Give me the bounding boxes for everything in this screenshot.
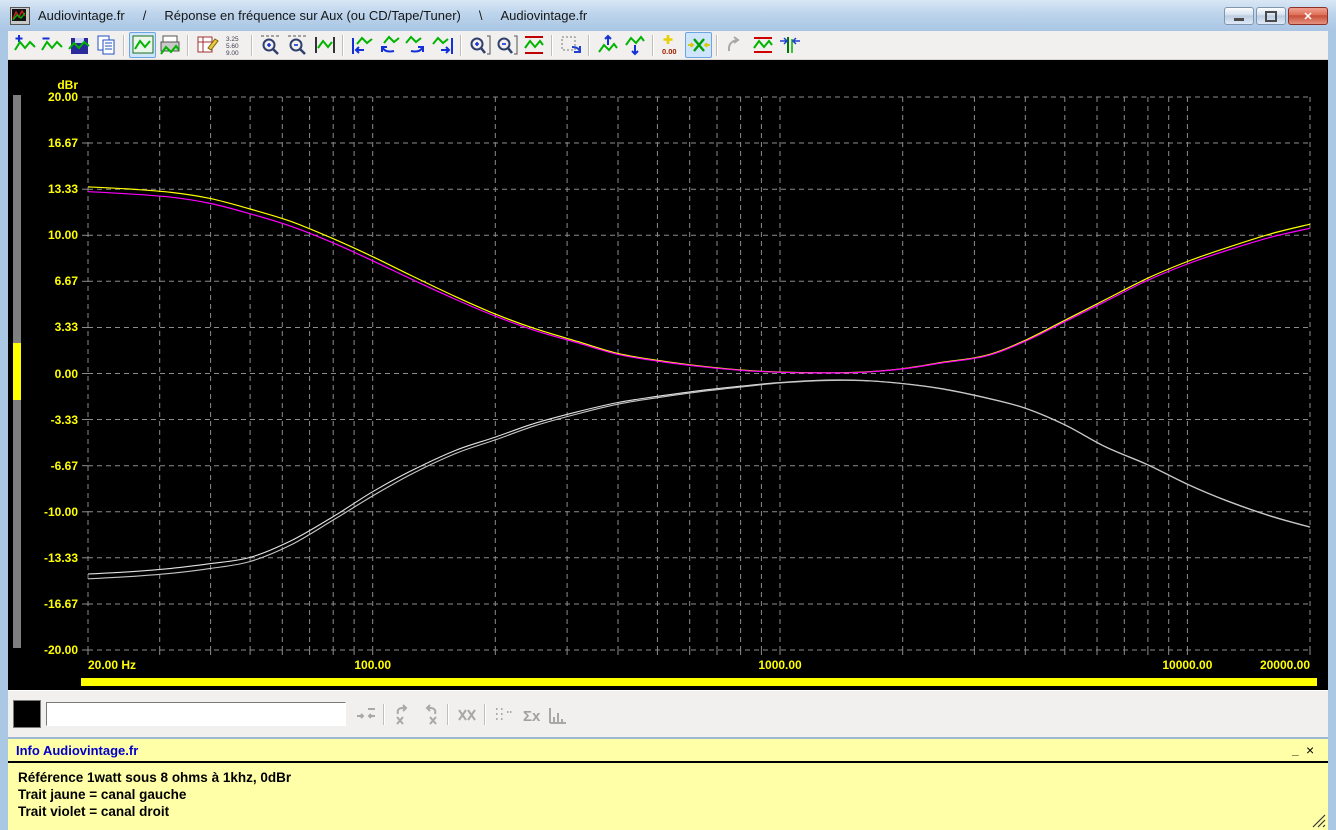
shift-curve-up-button[interactable] [594, 32, 621, 58]
minimize-button[interactable] [1224, 7, 1254, 25]
toolbar-separator [447, 703, 449, 725]
x-tick-label: 1000.00 [758, 658, 802, 672]
scroll-right-button[interactable] [402, 32, 429, 58]
title-left: Audiovintage.fr [38, 8, 125, 23]
value-line-2: 5.60 [226, 43, 239, 50]
title-center: Réponse en fréquence sur Aux (ou CD/Tape… [164, 8, 461, 23]
app-icon [10, 6, 30, 25]
main-toolbar: 3.25 5.60 9.00 0.00 [8, 31, 1328, 60]
zoom-x-out-button[interactable] [284, 32, 311, 58]
color-swatch[interactable] [13, 700, 41, 728]
smooth-curve-button[interactable] [722, 32, 749, 58]
minimize-icon [1234, 18, 1244, 21]
zoom-x-in-button[interactable] [257, 32, 284, 58]
offset-zero-label: 0.00 [662, 47, 677, 56]
sum-x-button[interactable]: Σx [517, 702, 544, 728]
zoom-y-out-button[interactable] [493, 32, 520, 58]
toolbar-separator [460, 34, 462, 56]
value-table-button[interactable]: 3.25 5.60 9.00 [220, 32, 247, 58]
toolbar-separator [251, 34, 253, 56]
toolbar-separator [716, 34, 718, 56]
title-bar[interactable]: Audiovintage.fr / Réponse en fréquence s… [0, 0, 1336, 31]
close-button[interactable]: ✕ [1288, 7, 1328, 25]
close-icon: ✕ [1303, 10, 1313, 23]
fit-y-button[interactable] [520, 32, 547, 58]
status-toolbar: Σx [8, 690, 1328, 737]
info-panel-title: Info Audiovintage.fr [16, 742, 139, 758]
info-line-violet: Trait violet = canal droit [18, 804, 170, 819]
x-tick-label: 20000.00 [1259, 658, 1310, 672]
curve-1 [87, 191, 1311, 374]
sigma-label: Σx [523, 708, 541, 725]
limit-lines-button[interactable] [749, 32, 776, 58]
x-tick-label: 100.00 [354, 658, 392, 672]
toolbar-separator [588, 34, 590, 56]
cursor-measure-button[interactable] [776, 32, 803, 58]
info-close-icon[interactable]: × [1306, 742, 1328, 758]
scroll-first-button[interactable] [348, 32, 375, 58]
scroll-left-button[interactable] [375, 32, 402, 58]
application-window: Audiovintage.fr / Réponse en fréquence s… [0, 0, 1336, 830]
value-line-1: 3.25 [226, 36, 239, 43]
toolbar-separator [342, 34, 344, 56]
print-graph-button[interactable] [156, 32, 183, 58]
title-separator-1: / [142, 8, 147, 23]
toolbar-separator [383, 703, 385, 725]
copy-graph-button[interactable] [92, 32, 119, 58]
info-line-reference: Référence 1watt sous 8 ohms à 1khz, 0dBr [18, 770, 292, 785]
offset-zero-button[interactable]: 0.00 [658, 32, 685, 58]
merge-minus-button[interactable] [352, 702, 379, 728]
restore-button[interactable] [1256, 7, 1286, 25]
shift-curve-down-button[interactable] [621, 32, 648, 58]
list-minus-button[interactable] [490, 702, 517, 728]
frequency-response-plot[interactable]: dBr 20.00 16.67 13.33 10.00 6.67 3.33 0.00 -3.3… [8, 60, 1328, 690]
title-right: Audiovintage.fr [500, 8, 588, 23]
statistics-button[interactable] [544, 702, 571, 728]
zoom-y-in-button[interactable] [466, 32, 493, 58]
toolbar-separator [652, 34, 654, 56]
subtract-curve-button[interactable] [38, 32, 65, 58]
edit-values-button[interactable] [193, 32, 220, 58]
info-panel: Info Audiovintage.fr _ × Référence 1watt… [8, 737, 1328, 830]
curve-3 [87, 379, 1311, 580]
undo-point-button[interactable] [389, 702, 416, 728]
curve-0 [87, 186, 1311, 374]
vertical-scrollbar[interactable] [13, 95, 21, 648]
delete-points-button[interactable] [453, 702, 480, 728]
x-tick-label: 20.00 Hz [88, 658, 137, 672]
display-graph-button[interactable] [129, 32, 156, 58]
value-line-3: 9.00 [226, 50, 239, 57]
vertical-scrollbar-thumb[interactable] [13, 343, 21, 400]
toolbar-separator [123, 34, 125, 56]
redo-point-button[interactable] [416, 702, 443, 728]
fit-x-button[interactable] [311, 32, 338, 58]
curve-2 [87, 379, 1311, 575]
window-title: Audiovintage.fr / Réponse en fréquence s… [38, 8, 587, 23]
plot-canvas[interactable] [8, 60, 1328, 690]
restore-icon [1265, 10, 1277, 22]
info-minimize-icon[interactable]: _ [1292, 743, 1306, 757]
horizontal-scrollbar-thumb[interactable] [81, 678, 1317, 686]
title-separator-2: \ [478, 8, 483, 23]
annotation-input[interactable] [46, 702, 346, 726]
save-graph-button[interactable] [65, 32, 92, 58]
toolbar-separator [551, 34, 553, 56]
add-curve-button[interactable] [11, 32, 38, 58]
toolbar-separator [484, 703, 486, 725]
pan-mode-button[interactable] [557, 32, 584, 58]
info-line-yellow: Trait jaune = canal gauche [18, 787, 187, 802]
x-tick-label: 10000.00 [1162, 658, 1213, 672]
resize-grip[interactable] [1312, 814, 1326, 828]
toolbar-separator [187, 34, 189, 56]
align-center-button[interactable] [685, 32, 712, 58]
scroll-last-button[interactable] [429, 32, 456, 58]
